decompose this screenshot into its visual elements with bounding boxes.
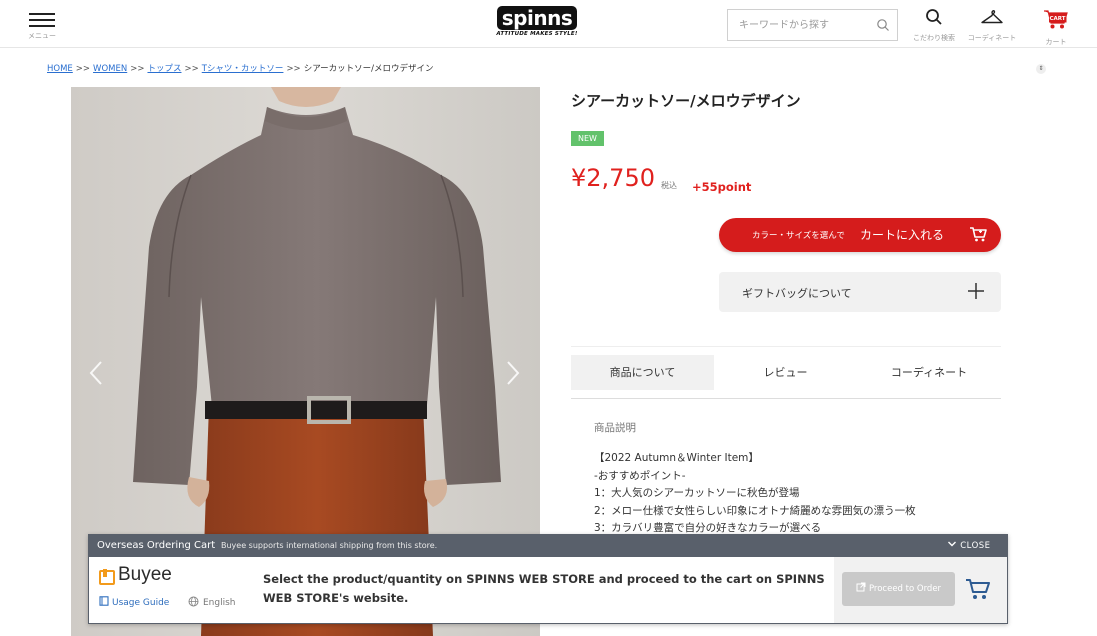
plus-icon (968, 283, 984, 299)
language-label: English (203, 598, 236, 608)
breadcrumb-separator: >> (286, 64, 301, 74)
tab-about-product[interactable]: 商品について (571, 355, 714, 390)
breadcrumb-tshirts[interactable]: Tシャツ・カットソー (202, 64, 284, 74)
product-description: 商品説明 【2022 Autumn＆Winter Item】 -おすすめポイント… (594, 420, 994, 538)
globe-icon (188, 596, 199, 607)
site-header: メニュー spinns ATTITUDE MAKES STYLE! こだわり検索 (0, 0, 1097, 48)
buyee-bar-subtitle: Buyee supports international shipping fr… (221, 541, 438, 550)
detailed-search-button[interactable]: こだわり検索 (908, 8, 960, 43)
tabs-underline (571, 398, 1001, 399)
product-price: ¥2,750 (571, 164, 655, 192)
gift-bag-label: ギフトバッグについて (742, 287, 852, 300)
menu-button[interactable]: メニュー (24, 8, 60, 42)
book-icon (99, 596, 109, 606)
carousel-prev-arrow[interactable] (89, 360, 103, 386)
detailed-search-label: こだわり検索 (913, 34, 955, 42)
tab-review[interactable]: レビュー (714, 355, 857, 390)
coordinate-label: コーディネート (967, 34, 1017, 42)
breadcrumb-tops[interactable]: トップス (147, 64, 181, 74)
menu-label: メニュー (28, 32, 56, 40)
coordinate-button[interactable]: コーディネート (962, 8, 1022, 43)
buyee-bar-title: Overseas Ordering Cart (97, 540, 216, 551)
site-logo[interactable]: spinns ATTITUDE MAKES STYLE! (496, 6, 578, 42)
usage-guide-label: Usage Guide (112, 598, 170, 608)
usage-guide-link[interactable]: Usage Guide (99, 596, 169, 608)
cart-icon[interactable] (965, 577, 991, 601)
buyee-close-label: CLOSE (960, 541, 991, 551)
tabs-divider (571, 346, 1001, 347)
buyee-actions: Proceed to Order (834, 557, 1007, 623)
description-heading: 商品説明 (594, 422, 636, 434)
description-line: 2：メロー仕様で女性らしい印象にオトナ綺麗めな雰囲気の漂う一枚 (594, 504, 916, 517)
external-link-icon (856, 582, 866, 592)
buyee-bar: Overseas Ordering Cart Buyee supports in… (89, 535, 1007, 557)
search-box (727, 9, 898, 41)
app-root: メニュー spinns ATTITUDE MAKES STYLE! こだわり検索 (0, 0, 1097, 636)
new-badge: NEW (571, 131, 604, 146)
add-to-cart-hint: カラー・サイズを選んで (752, 231, 845, 241)
language-selector[interactable]: English (188, 596, 236, 608)
add-to-cart-button[interactable]: カラー・サイズを選んで カートに入れる (719, 218, 1001, 252)
chevron-down-icon (948, 541, 956, 547)
cart-label: カート (1045, 38, 1067, 46)
cart-button[interactable]: CART カート (1036, 8, 1076, 47)
buyee-logo-text: Buyee (118, 564, 172, 585)
breadcrumb-home[interactable]: HOME (47, 64, 73, 74)
breadcrumb-current: シアーカットソー/メロウデザイン (303, 64, 434, 74)
breadcrumb-women[interactable]: WOMEN (93, 64, 127, 74)
buyee-close-button[interactable]: CLOSE (947, 540, 991, 551)
description-line: 1：大人気のシアーカットソーに秋色が登場 (594, 487, 800, 499)
product-title: シアーカットソー/メロウデザイン (571, 92, 801, 110)
breadcrumb: HOME >> WOMEN >> トップス >> Tシャツ・カットソー >> シアーカットソー/… (47, 62, 434, 74)
cart-icon: CART (1044, 10, 1068, 29)
proceed-to-order-label: Proceed to Order (868, 584, 942, 594)
proceed-to-order-button[interactable]: Proceed to Order (842, 572, 955, 606)
breadcrumb-separator: >> (75, 64, 91, 74)
add-to-cart-label: カートに入れる (860, 228, 945, 242)
breadcrumb-separator: >> (184, 64, 199, 74)
buyee-overlay: Overseas Ordering Cart Buyee supports in… (88, 534, 1008, 624)
page-top-toggle[interactable]: ⇕ (1036, 64, 1046, 74)
search-icon[interactable] (876, 18, 890, 32)
cart-icon-text: CART (1049, 16, 1065, 22)
tax-label: 税込 (661, 181, 677, 190)
buyee-message: Select the product/quantity on SPINNS WE… (263, 572, 825, 605)
carousel-next-arrow[interactable] (506, 360, 520, 386)
logo-tagline: ATTITUDE MAKES STYLE! (496, 31, 578, 37)
description-line: -おすすめポイント- (594, 469, 686, 482)
search-icon (926, 9, 942, 25)
hanger-icon (981, 10, 1003, 24)
breadcrumb-separator: >> (130, 64, 145, 74)
hamburger-icon (24, 8, 60, 27)
cart-icon (970, 227, 987, 242)
search-input[interactable] (728, 10, 868, 40)
buyee-logo-icon (99, 569, 115, 585)
points-label: +55point (692, 180, 752, 194)
tab-coordinate[interactable]: コーディネート (857, 355, 1001, 390)
description-line: 【2022 Autumn＆Winter Item】 (594, 452, 759, 464)
logo-word: spinns (496, 6, 578, 30)
gift-bag-accordion[interactable]: ギフトバッグについて (719, 272, 1001, 312)
